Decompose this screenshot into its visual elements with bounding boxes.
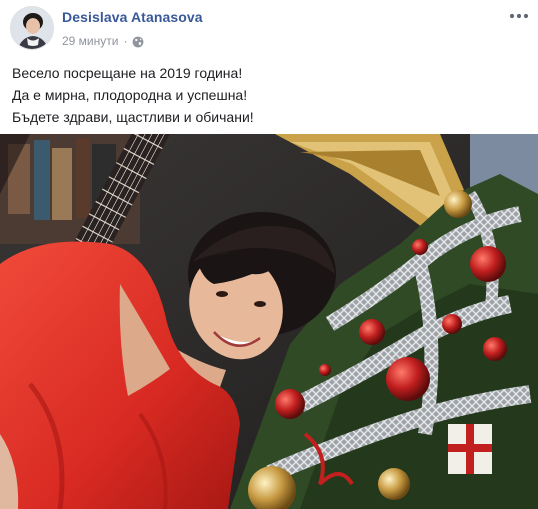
post-text-line-3: Бъдете здрави, щастливи и обичани!: [12, 109, 254, 125]
more-options-icon[interactable]: [508, 8, 530, 24]
meta-separator: ·: [123, 34, 128, 48]
author-name-link[interactable]: Desislava Atanasova: [62, 9, 203, 25]
post-text-line-1: Весело посрещане на 2019 година!: [12, 65, 243, 81]
post-photo[interactable]: [0, 134, 538, 509]
avatar-photo: [11, 7, 53, 49]
globe-icon[interactable]: [132, 35, 144, 48]
facebook-post: Desislava Atanasova 29 минути · Весело п: [0, 0, 538, 509]
post-timestamp[interactable]: 29 минути: [62, 34, 118, 48]
author-avatar[interactable]: [10, 6, 54, 50]
post-meta: 29 минути ·: [62, 33, 144, 49]
post-header: Desislava Atanasova 29 минути ·: [0, 0, 538, 60]
post-text: Весело посрещане на 2019 година! Да е ми…: [12, 62, 526, 128]
post-text-line-2: Да е мирна, плодородна и успешна!: [12, 87, 248, 103]
selfie-christmas-tree-image: [0, 134, 538, 509]
